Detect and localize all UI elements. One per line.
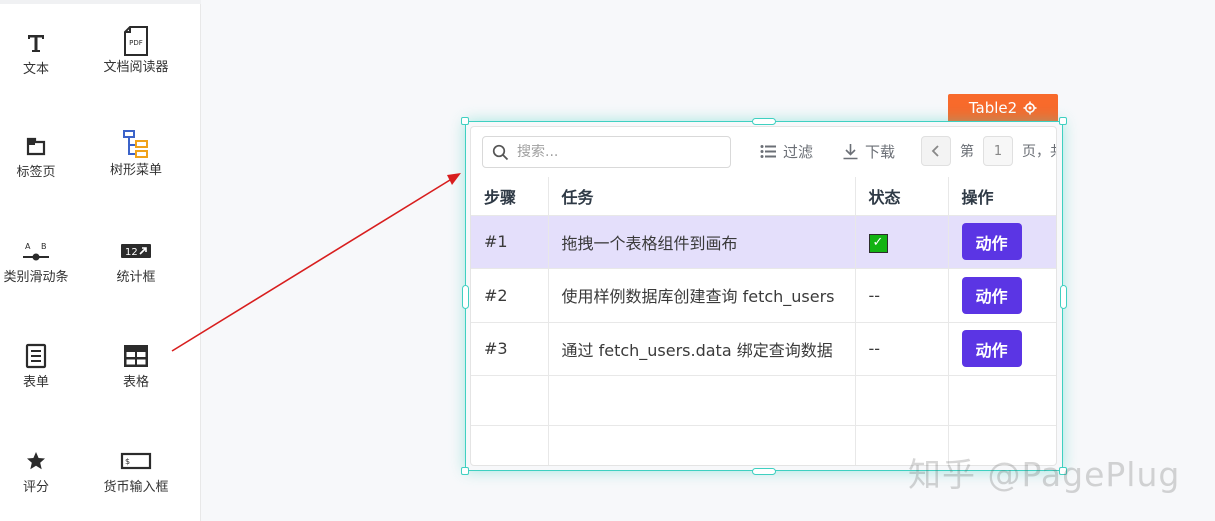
currency-input-icon: $: [120, 446, 152, 476]
pagination: 第 1 页，共: [921, 136, 1056, 166]
widget-category-slider[interactable]: A B 类别滑动条: [0, 236, 81, 287]
cell-status: --: [855, 322, 949, 376]
cell-status: --: [855, 268, 949, 323]
widget-label: 标签页: [16, 165, 56, 180]
gear-icon[interactable]: [1023, 101, 1037, 115]
widget-label: 统计框: [116, 270, 156, 285]
widget-label: 评分: [22, 480, 49, 495]
cell-task: 使用样例数据库创建查询 fetch_users: [548, 268, 856, 323]
cell-action: 动作: [948, 268, 1056, 323]
widget-name: Table2: [968, 99, 1018, 117]
widget-label: 表单: [22, 375, 49, 390]
empty-cell: [948, 375, 1056, 426]
page-prefix: 第: [960, 144, 974, 160]
chevron-left-icon: [931, 145, 939, 157]
widget-currency-input[interactable]: $ 货币输入框: [91, 446, 181, 497]
widget-label: 货币输入框: [103, 480, 169, 495]
cell-action: 动作: [948, 215, 1056, 269]
filter-icon: [760, 145, 776, 158]
empty-cell: [548, 375, 856, 426]
column-header-step[interactable]: 步骤: [471, 177, 549, 216]
widget-table[interactable]: 表格: [91, 341, 181, 392]
stat-box-icon: 12: [120, 236, 152, 266]
action-button[interactable]: 动作: [961, 330, 1022, 368]
prev-page-button[interactable]: [921, 136, 951, 166]
watermark: 知乎 @PagePlug: [908, 455, 1181, 494]
resize-handle-top-right[interactable]: [1059, 117, 1067, 125]
widget-label: 文档阅读器: [103, 60, 169, 75]
search-icon: [492, 144, 509, 160]
cell-task: 拖拽一个表格组件到画布: [548, 215, 856, 269]
cell-step: #1: [471, 215, 549, 269]
tree-icon: [122, 129, 150, 159]
empty-cell: [855, 375, 949, 426]
form-icon: [25, 341, 47, 371]
svg-text:B: B: [41, 242, 47, 251]
table-icon: [123, 341, 149, 371]
table-row[interactable]: #1 拖拽一个表格组件到画布 ✓ 动作: [471, 215, 1056, 269]
resize-handle-top[interactable]: [752, 118, 776, 125]
download-button[interactable]: 下载: [842, 141, 895, 162]
widget-palette: 文本 PDF 文档阅读器 标签页 树形菜单 A B 类别滑动条 12 统计框 表…: [0, 0, 201, 521]
table-row[interactable]: #3 通过 fetch_users.data 绑定查询数据 -- 动作: [471, 322, 1056, 376]
text-icon: [25, 28, 47, 58]
cell-task: 通过 fetch_users.data 绑定查询数据: [548, 322, 856, 376]
download-label: 下载: [865, 143, 896, 161]
data-table: 步骤 任务 状态 操作 #1 拖拽一个表格组件到画布 ✓ 动作 #2 使用样例数…: [471, 177, 1056, 465]
resize-handle-right[interactable]: [1060, 285, 1067, 309]
table-widget[interactable]: 过滤 下载 第 1 页，共 步骤 任务 状态 操作: [470, 126, 1057, 466]
column-header-task[interactable]: 任务: [548, 177, 856, 216]
page-suffix: 页，共: [1022, 144, 1056, 160]
widget-rating[interactable]: 评分: [0, 446, 81, 497]
table-toolbar: 过滤 下载 第 1 页，共: [471, 127, 1056, 177]
palette-top-strip: [0, 0, 201, 4]
page-number-input[interactable]: 1: [983, 136, 1013, 166]
svg-text:12: 12: [125, 247, 138, 258]
star-icon: [25, 446, 47, 476]
download-icon: [843, 144, 858, 160]
empty-cell: [471, 425, 549, 465]
action-button[interactable]: 动作: [961, 223, 1022, 261]
resize-handle-bottom[interactable]: [752, 468, 776, 475]
widget-stat-box[interactable]: 12 统计框: [91, 236, 181, 287]
empty-row: [471, 375, 1056, 426]
cell-step: #3: [471, 322, 549, 376]
table-header-row: 步骤 任务 状态 操作: [471, 177, 1056, 216]
action-button[interactable]: 动作: [961, 276, 1022, 314]
widget-label: 树形菜单: [109, 163, 162, 178]
filter-label: 过滤: [783, 143, 814, 161]
widget-tabs[interactable]: 标签页: [0, 131, 81, 182]
svg-text:$: $: [125, 457, 130, 466]
cell-action: 动作: [948, 322, 1056, 376]
widget-label: 文本: [22, 62, 49, 77]
filter-button[interactable]: 过滤: [760, 141, 813, 162]
checkbox-icon[interactable]: ✓: [868, 233, 888, 253]
widget-text[interactable]: 文本: [0, 28, 81, 79]
empty-cell: [471, 375, 549, 426]
search-box[interactable]: [482, 136, 731, 168]
category-slider-icon: A B: [21, 236, 51, 266]
search-input[interactable]: [517, 144, 717, 160]
pdf-icon: PDF: [123, 26, 149, 56]
cell-status: ✓: [855, 215, 949, 269]
column-header-action[interactable]: 操作: [948, 177, 1056, 216]
svg-text:A: A: [25, 242, 31, 251]
resize-handle-bottom-left[interactable]: [461, 467, 469, 475]
table-row[interactable]: #2 使用样例数据库创建查询 fetch_users -- 动作: [471, 268, 1056, 323]
widget-tree-menu[interactable]: 树形菜单: [91, 129, 181, 180]
cell-step: #2: [471, 268, 549, 323]
widget-label: 类别滑动条: [3, 270, 69, 285]
tabs-icon: [25, 131, 47, 161]
widget-document-reader[interactable]: PDF 文档阅读器: [91, 26, 181, 77]
widget-name-tag[interactable]: Table2: [948, 94, 1058, 122]
column-header-status[interactable]: 状态: [855, 177, 949, 216]
resize-handle-top-left[interactable]: [461, 117, 469, 125]
widget-form[interactable]: 表单: [0, 341, 81, 392]
empty-cell: [548, 425, 856, 465]
resize-handle-left[interactable]: [462, 285, 469, 309]
widget-label: 表格: [122, 375, 149, 390]
svg-text:PDF: PDF: [129, 39, 143, 47]
